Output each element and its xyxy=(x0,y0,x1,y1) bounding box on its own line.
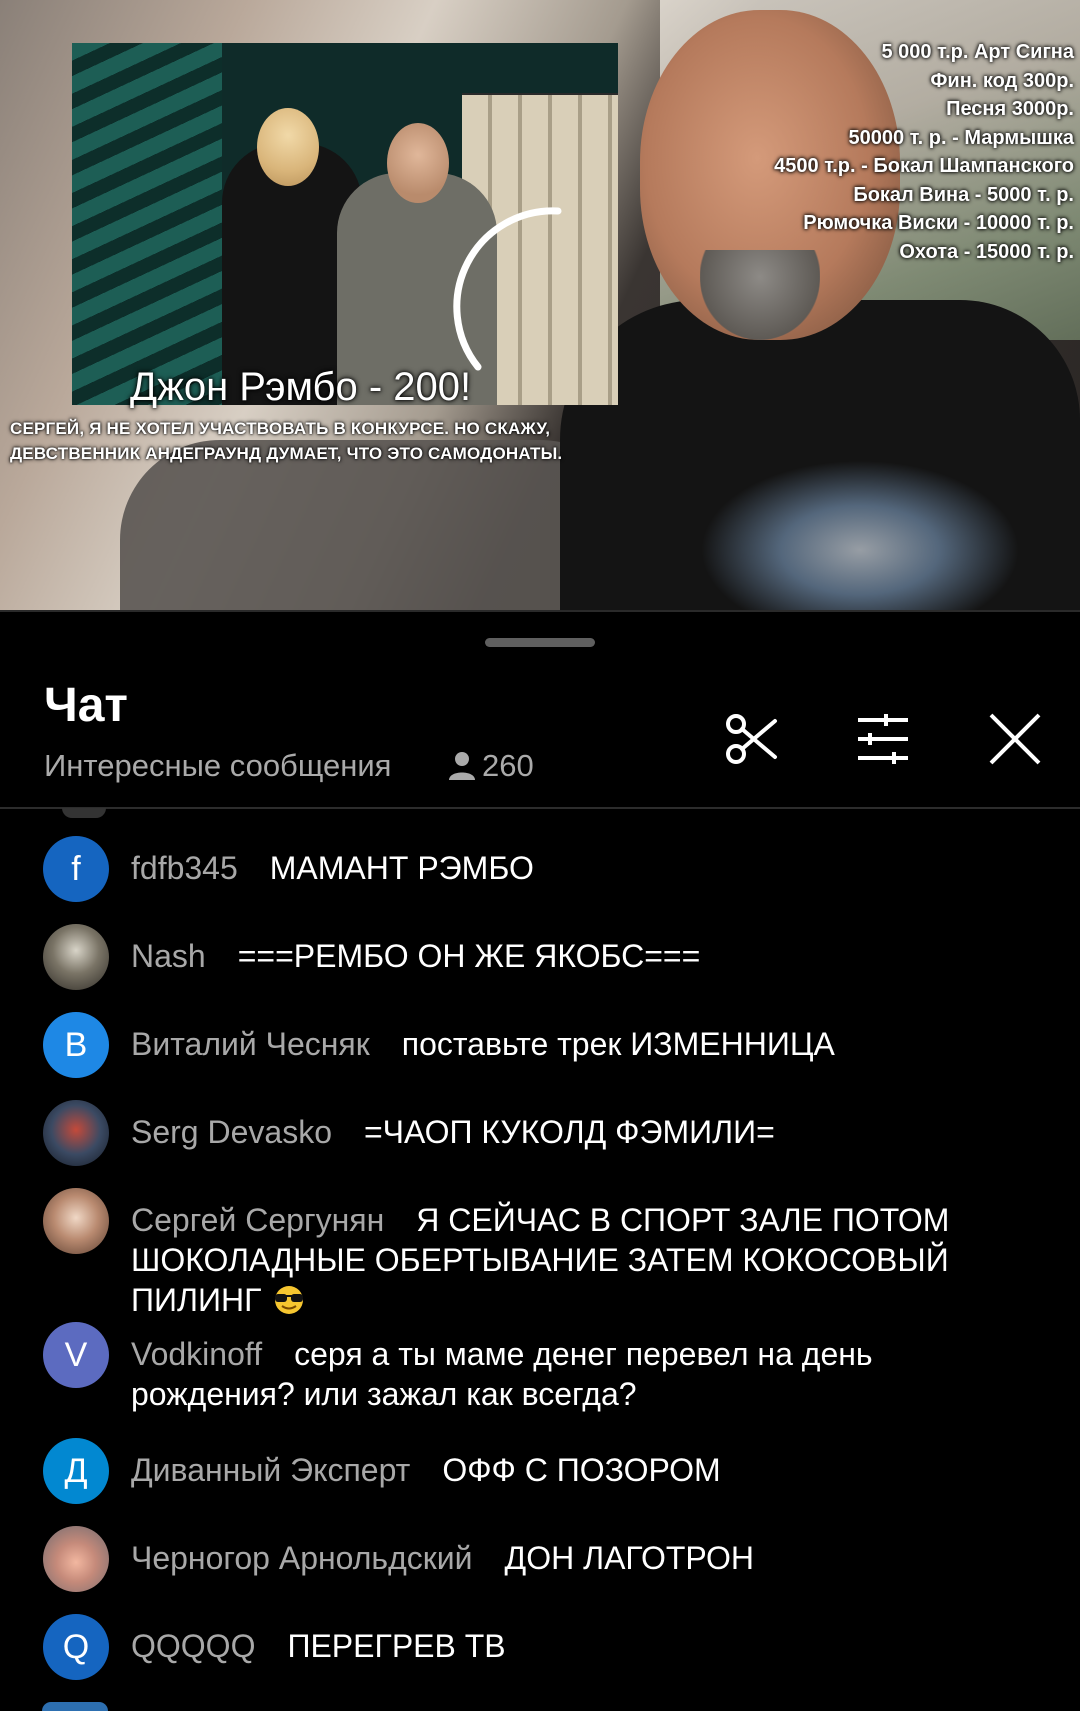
filter-button[interactable] xyxy=(848,704,918,774)
chat-message[interactable]: Serg Devasko =ЧАОП КУКОЛД ФЭМИЛИ= xyxy=(43,1100,1043,1166)
avatar-partial xyxy=(62,808,106,818)
chat-message[interactable]: f fdfb345 МАМАНТ РЭМБО xyxy=(43,836,1043,902)
chat-message[interactable]: Черногор Арнольдский ДОН ЛАГОТРОН xyxy=(43,1526,1043,1592)
price-line: Фин. код 300р. xyxy=(930,69,1074,92)
price-line: Песня 3000р. xyxy=(946,98,1074,120)
message-text: ПЕРЕГРЕВ ТВ xyxy=(287,1628,506,1664)
avatar-partial xyxy=(42,1702,108,1711)
message-author[interactable]: Nash xyxy=(131,938,206,974)
chat-message[interactable]: Q QQQQQ ПЕРЕГРЕВ ТВ xyxy=(43,1614,1043,1680)
loading-spinner-icon xyxy=(453,207,562,371)
price-line: Бокал Вина - 5000 т. р. xyxy=(853,183,1074,206)
video-player[interactable]: Джон Рэмбо - 200! СЕРГЕЙ, Я НЕ ХОТЕЛ УЧА… xyxy=(0,0,1080,610)
message-text: ===РЕМБО ОН ЖЕ ЯКОБС=== xyxy=(237,938,701,974)
header-divider xyxy=(0,807,1080,809)
chat-message[interactable]: В Виталий Чесняк поставьте трек ИЗМЕННИЦА xyxy=(43,1012,1043,1078)
donation-caption: СЕРГЕЙ, Я НЕ ХОТЕЛ УЧАСТВОВАТЬ В КОНКУРС… xyxy=(10,419,563,463)
message-author[interactable]: Vodkinoff xyxy=(131,1336,262,1372)
chat-panel: Чат Интересные сообщения 260 f fdfb345 М… xyxy=(0,610,1080,1711)
drag-handle[interactable] xyxy=(485,638,595,647)
avatar[interactable]: f xyxy=(43,836,109,902)
message-author[interactable]: QQQQQ xyxy=(131,1628,255,1664)
price-line: 50000 т. р. - Мармышка xyxy=(848,126,1074,149)
message-text: поставьте трек ИЗМЕННИЦА xyxy=(401,1026,835,1062)
chat-mode-selector[interactable]: Интересные сообщения xyxy=(44,748,391,784)
close-chat-button[interactable] xyxy=(980,704,1050,774)
price-list-overlay: 5 000 т.р. Арт Сигна Фин. код 300р. Песн… xyxy=(774,38,1074,266)
avatar[interactable] xyxy=(43,924,109,990)
avatar[interactable]: Д xyxy=(43,1438,109,1504)
close-icon xyxy=(989,713,1041,765)
chat-message[interactable]: Nash ===РЕМБО ОН ЖЕ ЯКОБС=== xyxy=(43,924,1043,990)
avatar[interactable]: Q xyxy=(43,1614,109,1680)
sunglasses-emoji-icon xyxy=(275,1286,304,1314)
message-text: МАМАНТ РЭМБО xyxy=(269,850,534,886)
person-icon xyxy=(449,752,475,780)
price-line: 4500 т.р. - Бокал Шампанского xyxy=(774,155,1074,177)
donation-title: Джон Рэмбо - 200! xyxy=(130,365,472,409)
price-line: Охота - 15000 т. р. xyxy=(899,240,1074,263)
message-author[interactable]: Виталий Чесняк xyxy=(131,1026,370,1062)
message-text: ДОН ЛАГОТРОН xyxy=(504,1540,755,1576)
viewer-count-value: 260 xyxy=(482,748,534,783)
shirt-print xyxy=(700,460,1020,610)
chat-message[interactable]: Д Диванный Эксперт ОФФ С ПОЗОРОМ xyxy=(43,1438,1043,1504)
avatar[interactable] xyxy=(43,1100,109,1166)
message-author[interactable]: Черногор Арнольдский xyxy=(131,1540,473,1576)
sliders-icon xyxy=(858,714,908,764)
viewer-count: 260 xyxy=(448,748,534,784)
scissors-icon xyxy=(726,714,777,764)
avatar[interactable]: В xyxy=(43,1012,109,1078)
chat-message[interactable]: Сергей Сергунян Я СЕЙЧАС В СПОРТ ЗАЛЕ ПОТ… xyxy=(43,1188,1043,1320)
avatar[interactable] xyxy=(43,1526,109,1592)
chat-message[interactable]: V Vodkinoff серя а ты маме денег перевел … xyxy=(43,1322,1043,1414)
message-author[interactable]: fdfb345 xyxy=(131,850,238,886)
chat-title: Чат xyxy=(44,679,128,732)
avatar[interactable]: V xyxy=(43,1322,109,1388)
clip-button[interactable] xyxy=(716,704,786,774)
message-text: ОФФ С ПОЗОРОМ xyxy=(442,1452,721,1488)
message-text: =ЧАОП КУКОЛД ФЭМИЛИ= xyxy=(363,1114,775,1150)
message-author[interactable]: Serg Devasko xyxy=(131,1114,332,1150)
avatar[interactable] xyxy=(43,1188,109,1254)
message-author[interactable]: Сергей Сергунян xyxy=(131,1202,384,1238)
message-author[interactable]: Диванный Эксперт xyxy=(131,1452,410,1488)
price-line: 5 000 т.р. Арт Сигна xyxy=(881,41,1074,63)
price-line: Рюмочка Виски - 10000 т. р. xyxy=(803,212,1074,234)
